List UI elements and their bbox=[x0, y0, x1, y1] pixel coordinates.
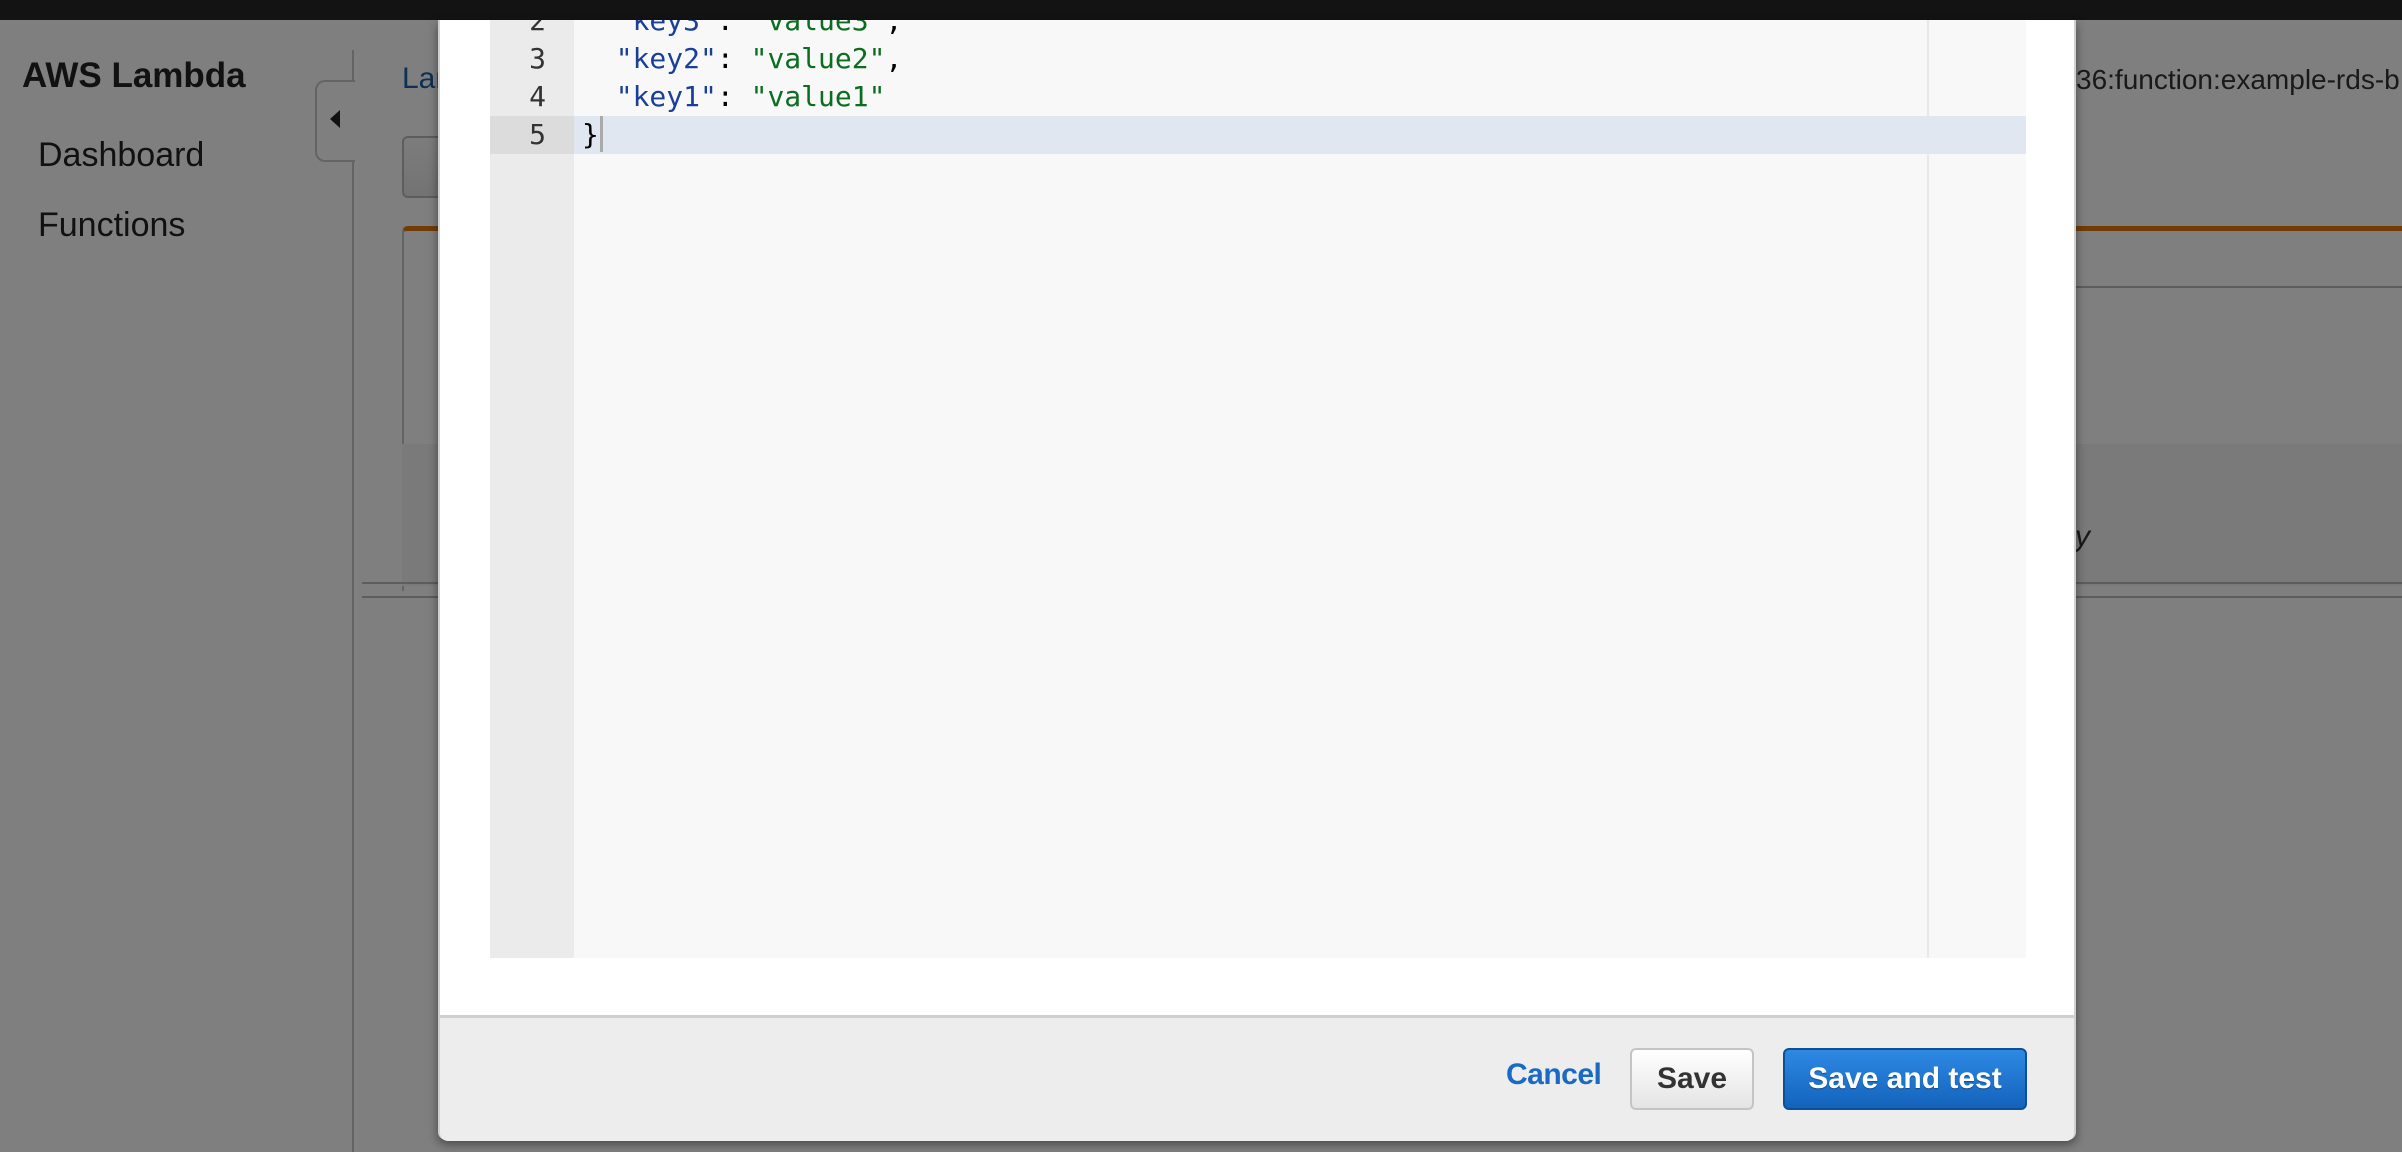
code-line-active[interactable]: 5 } bbox=[490, 116, 2026, 154]
json-key: "key3" bbox=[615, 20, 717, 37]
editor-gutter bbox=[490, 20, 574, 958]
line-text: "key2": "value2", bbox=[615, 42, 903, 75]
line-text: "key3": "value3", bbox=[582, 20, 903, 40]
modal-footer: Cancel Save Save and test bbox=[440, 1015, 2074, 1141]
json-punct: , bbox=[885, 20, 903, 37]
line-number: 5 bbox=[490, 116, 574, 154]
json-brace: } bbox=[582, 118, 599, 151]
line-number: 2 bbox=[529, 20, 546, 37]
json-value: "value1" bbox=[750, 80, 886, 113]
line-number: 3 bbox=[529, 42, 546, 75]
browser-top-bar bbox=[0, 0, 2402, 20]
text-cursor bbox=[599, 116, 603, 152]
print-margin bbox=[1927, 20, 1929, 958]
json-value: "value3" bbox=[750, 20, 886, 37]
line-text: } bbox=[582, 116, 603, 154]
code-line[interactable]: 3 "key2": "value2", bbox=[490, 40, 2026, 78]
save-and-test-button[interactable]: Save and test bbox=[1783, 1048, 2027, 1110]
configure-test-event-modal: 2 "key3": "value3", 3 "key2": "value2", … bbox=[438, 20, 2076, 1141]
cancel-button[interactable]: Cancel bbox=[1506, 1058, 1602, 1092]
line-text: "key1": "value1" bbox=[615, 80, 886, 113]
json-code-editor[interactable]: 2 "key3": "value3", 3 "key2": "value2", … bbox=[490, 20, 2026, 958]
code-line[interactable]: 2 "key3": "value3", bbox=[490, 20, 2026, 40]
line-number: 4 bbox=[529, 80, 546, 113]
code-line[interactable]: 4 "key1": "value1" bbox=[490, 78, 2026, 116]
json-key: "key2" bbox=[615, 42, 717, 75]
json-value: "value2" bbox=[750, 42, 886, 75]
save-button[interactable]: Save bbox=[1630, 1048, 1754, 1110]
json-punct: , bbox=[885, 42, 903, 75]
json-key: "key1" bbox=[615, 80, 717, 113]
